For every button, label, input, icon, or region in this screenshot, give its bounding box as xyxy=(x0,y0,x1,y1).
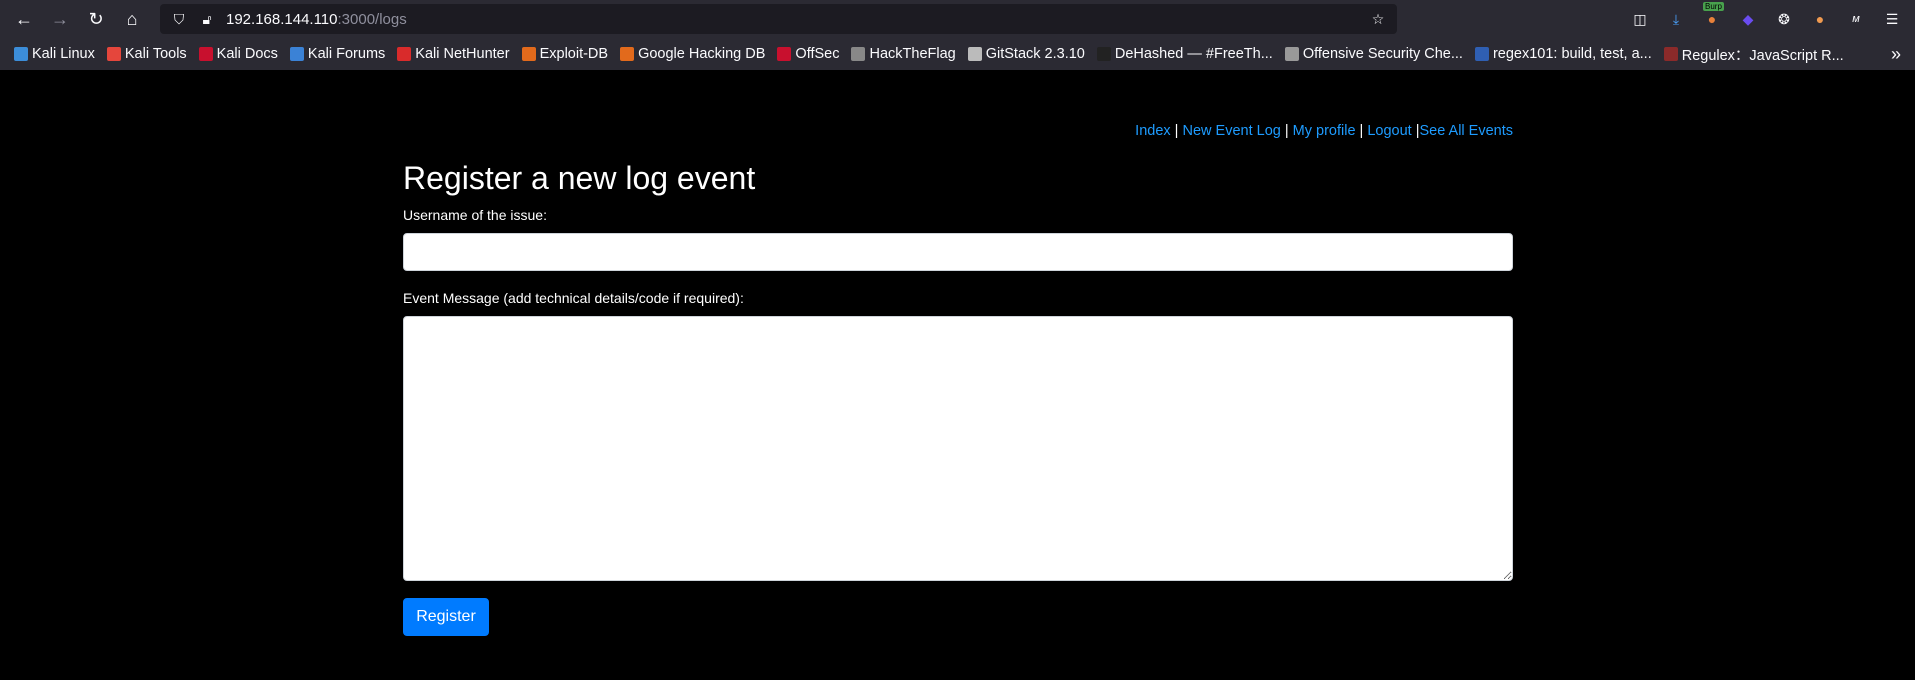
bookmark-item[interactable]: Google Hacking DB xyxy=(614,41,771,67)
bookmark-label: Kali Docs xyxy=(216,46,278,62)
bookmark-favicon-icon xyxy=(620,47,635,61)
bookmark-label: Kali NetHunter xyxy=(415,46,510,62)
url-text[interactable]: 192.168.144.110:3000/logs xyxy=(226,11,407,28)
bookmark-favicon-icon xyxy=(397,47,412,61)
nav-separator: | xyxy=(1355,123,1368,139)
burp-badge: Burp xyxy=(1703,2,1724,11)
bookmark-label: OffSec xyxy=(795,46,840,62)
top-nav: Index | New Event Log | My profile | Log… xyxy=(1135,123,1513,139)
browser-toolbar: ← → ↻ ⌂ ⛉ 🔓︎ 192.168.144.110:3000/logs ☆… xyxy=(0,0,1915,38)
bookmark-favicon-icon xyxy=(106,47,121,61)
url-host: 192.168.144.110 xyxy=(226,10,338,28)
bookmark-favicon-icon xyxy=(521,47,536,61)
event-message-textarea[interactable] xyxy=(403,316,1513,581)
bookmark-label: Kali Forums xyxy=(307,46,386,62)
bookmark-item[interactable]: Kali Tools xyxy=(101,41,193,67)
cookie-icon[interactable]: ❂ xyxy=(1773,8,1795,30)
wappalyzer-icon[interactable]: ᴍ xyxy=(1845,8,1867,30)
bookmark-item[interactable]: Kali Forums xyxy=(284,41,391,67)
url-path: :3000/logs xyxy=(337,10,407,28)
nav-separator: | xyxy=(1280,123,1293,139)
bookmark-item[interactable]: GitStack 2.3.10 xyxy=(962,41,1091,67)
forward-icon[interactable]: → xyxy=(44,3,76,35)
nav-see-all-events-link[interactable]: See All Events xyxy=(1420,123,1514,139)
back-icon[interactable]: ← xyxy=(8,3,40,35)
bookmark-label: Google Hacking DB xyxy=(638,46,766,62)
pocket-icon[interactable]: ◫ xyxy=(1629,8,1651,30)
bookmark-label: GitStack 2.3.10 xyxy=(985,46,1085,62)
bookmark-star-icon[interactable]: ☆ xyxy=(1369,10,1387,28)
bookmark-favicon-icon xyxy=(14,47,28,61)
nav-separator: | xyxy=(1170,123,1183,139)
bookmark-item[interactable]: HackTheFlag xyxy=(845,41,961,67)
username-input[interactable] xyxy=(403,233,1513,271)
bookmark-favicon-icon xyxy=(851,47,866,61)
nav-new-event-log-link[interactable]: New Event Log xyxy=(1182,123,1280,139)
bookmark-item[interactable]: OffSec xyxy=(771,41,845,67)
bookmark-label: DeHashed — #FreeTh... xyxy=(1114,46,1273,62)
bookmark-label: Kali Tools xyxy=(124,46,187,62)
bookmark-item[interactable]: Regulex：JavaScript R... xyxy=(1658,41,1850,67)
reload-icon[interactable]: ↻ xyxy=(80,3,112,35)
bookmark-item[interactable]: Kali NetHunter xyxy=(391,41,515,67)
bookmarks-overflow-chevron-icon[interactable]: » xyxy=(1885,44,1907,65)
insecure-lock-icon[interactable]: 🔓︎ xyxy=(198,10,216,28)
ext-icon[interactable]: ● xyxy=(1809,8,1831,30)
register-button[interactable]: Register xyxy=(403,598,489,636)
bookmark-item[interactable]: Kali Docs xyxy=(193,41,284,67)
bookmark-label: Exploit-DB xyxy=(539,46,609,62)
bookmark-label: regex101: build, test, a... xyxy=(1492,46,1652,62)
bookmark-item[interactable]: Exploit-DB xyxy=(516,41,615,67)
bookmark-item[interactable]: DeHashed — #FreeTh... xyxy=(1091,41,1279,67)
menu-icon[interactable]: ☰ xyxy=(1881,8,1903,30)
username-label: Username of the issue: xyxy=(403,207,547,223)
extensions-area: ◫ ⤓ ● Burp ◆ ❂ ● ᴍ ☰ xyxy=(1401,2,1907,30)
download-icon[interactable]: ⤓ xyxy=(1665,8,1687,30)
bookmark-favicon-icon xyxy=(289,47,304,61)
nav-my-profile-link[interactable]: My profile xyxy=(1293,123,1356,139)
bookmark-label: Regulex：JavaScript R... xyxy=(1681,47,1844,64)
bookmark-label: Kali Linux xyxy=(32,46,95,62)
bookmark-favicon-icon xyxy=(1284,47,1299,61)
bookmark-favicon-icon xyxy=(198,47,213,61)
bookmark-item[interactable]: regex101: build, test, a... xyxy=(1469,41,1658,67)
burp-icon[interactable]: ● Burp xyxy=(1701,2,1724,30)
bookmark-favicon-icon xyxy=(1474,47,1489,61)
bookmark-label: Offensive Security Che... xyxy=(1302,46,1463,62)
page-title: Register a new log event xyxy=(403,160,756,196)
bookmark-favicon-icon xyxy=(1096,47,1111,61)
nav-index-link[interactable]: Index xyxy=(1135,123,1170,139)
bookmark-item[interactable]: Offensive Security Che... xyxy=(1279,41,1469,67)
nav-separator-pipe: | xyxy=(1411,123,1420,139)
tracking-shield-icon[interactable]: ⛉ xyxy=(170,10,188,28)
home-icon[interactable]: ⌂ xyxy=(116,3,148,35)
url-bar[interactable]: ⛉ 🔓︎ 192.168.144.110:3000/logs ☆ xyxy=(160,4,1397,34)
shield-icon[interactable]: ◆ xyxy=(1737,8,1759,30)
bookmark-label: HackTheFlag xyxy=(869,46,956,62)
bookmark-item[interactable]: Kali Linux xyxy=(8,41,101,67)
bookmark-favicon-icon xyxy=(1663,47,1678,61)
bookmarks-bar: Kali Linux Kali Tools Kali Docs Kali Forums… xyxy=(0,38,1915,70)
bookmark-favicon-icon xyxy=(967,47,982,61)
browser-chrome: ← → ↻ ⌂ ⛉ 🔓︎ 192.168.144.110:3000/logs ☆… xyxy=(0,0,1915,70)
message-label: Event Message (add technical details/cod… xyxy=(403,290,744,306)
page-content: Index | New Event Log | My profile | Log… xyxy=(0,70,1915,680)
bookmark-favicon-icon xyxy=(777,47,792,61)
nav-logout-link[interactable]: Logout xyxy=(1367,123,1411,139)
